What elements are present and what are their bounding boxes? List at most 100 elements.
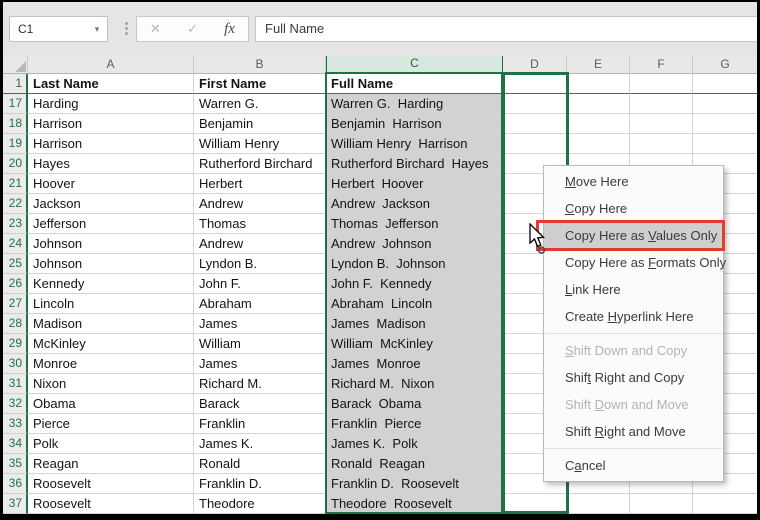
cell-c33[interactable]: Franklin Pierce <box>326 414 503 434</box>
chevron-down-icon[interactable]: ▾ <box>87 17 107 41</box>
cell-a26[interactable]: Kennedy <box>28 274 194 294</box>
select-all-corner[interactable] <box>3 56 28 74</box>
cell-a18[interactable]: Harrison <box>28 114 194 134</box>
cell-c25[interactable]: Lyndon B. Johnson <box>326 254 503 274</box>
cell-a28[interactable]: Madison <box>28 314 194 334</box>
cell-a32[interactable]: Obama <box>28 394 194 414</box>
menu-item-cancel[interactable]: Cancel <box>544 452 723 479</box>
cell-c31[interactable]: Richard M. Nixon <box>326 374 503 394</box>
cell-c35[interactable]: Ronald Reagan <box>326 454 503 474</box>
row-header-31[interactable]: 31 <box>3 374 28 394</box>
cell-c29[interactable]: William McKinley <box>326 334 503 354</box>
row-header-28[interactable]: 28 <box>3 314 28 334</box>
cell-a30[interactable]: Monroe <box>28 354 194 374</box>
cell-b32[interactable]: Barack <box>194 394 326 414</box>
cell-a23[interactable]: Jefferson <box>28 214 194 234</box>
cell-a24[interactable]: Johnson <box>28 234 194 254</box>
enter-icon[interactable]: ✓ <box>187 21 198 37</box>
cell-f37[interactable] <box>630 494 693 514</box>
row-header-36[interactable]: 36 <box>3 474 28 494</box>
cell-b25[interactable]: Lyndon B. <box>194 254 326 274</box>
cell-g37[interactable] <box>693 494 757 514</box>
cell-c37[interactable]: Theodore Roosevelt <box>326 494 503 514</box>
row-header-19[interactable]: 19 <box>3 134 28 154</box>
cell-c22[interactable]: Andrew Jackson <box>326 194 503 214</box>
cell-c1[interactable]: Full Name <box>326 74 503 94</box>
cell-b37[interactable]: Theodore <box>194 494 326 514</box>
cell-c36[interactable]: Franklin D. Roosevelt <box>326 474 503 494</box>
row-header-26[interactable]: 26 <box>3 274 28 294</box>
row-header-35[interactable]: 35 <box>3 454 28 474</box>
cell-b29[interactable]: William <box>194 334 326 354</box>
cell-a1[interactable]: Last Name <box>28 74 194 94</box>
row-header-29[interactable]: 29 <box>3 334 28 354</box>
row-header-27[interactable]: 27 <box>3 294 28 314</box>
cell-a21[interactable]: Hoover <box>28 174 194 194</box>
cell-b20[interactable]: Rutherford Birchard <box>194 154 326 174</box>
menu-item-shift-right-and-copy[interactable]: Shift Right and Copy <box>544 364 723 391</box>
insert-function-icon[interactable]: fx <box>224 21 235 38</box>
cell-b33[interactable]: Franklin <box>194 414 326 434</box>
cell-c26[interactable]: John F. Kennedy <box>326 274 503 294</box>
cancel-icon[interactable]: ✕ <box>150 21 161 37</box>
cell-a22[interactable]: Jackson <box>28 194 194 214</box>
cell-b17[interactable]: Warren G. <box>194 94 326 114</box>
cell-c20[interactable]: Rutherford Birchard Hayes <box>326 154 503 174</box>
row-header-20[interactable]: 20 <box>3 154 28 174</box>
cell-c34[interactable]: James K. Polk <box>326 434 503 454</box>
cell-c17[interactable]: Warren G. Harding <box>326 94 503 114</box>
cell-a27[interactable]: Lincoln <box>28 294 194 314</box>
cell-b27[interactable]: Abraham <box>194 294 326 314</box>
cell-a34[interactable]: Polk <box>28 434 194 454</box>
cell-e17[interactable] <box>567 94 630 114</box>
cell-a31[interactable]: Nixon <box>28 374 194 394</box>
cell-a35[interactable]: Reagan <box>28 454 194 474</box>
row-header-17[interactable]: 17 <box>3 94 28 114</box>
formula-input[interactable]: Full Name <box>255 16 757 42</box>
cell-c27[interactable]: Abraham Lincoln <box>326 294 503 314</box>
cell-f17[interactable] <box>630 94 693 114</box>
cell-a36[interactable]: Roosevelt <box>28 474 194 494</box>
cell-b28[interactable]: James <box>194 314 326 334</box>
cell-b36[interactable]: Franklin D. <box>194 474 326 494</box>
cell-a33[interactable]: Pierce <box>28 414 194 434</box>
cell-f1[interactable] <box>630 74 693 94</box>
cell-b23[interactable]: Thomas <box>194 214 326 234</box>
column-header-f[interactable]: F <box>630 56 693 74</box>
cell-c23[interactable]: Thomas Jefferson <box>326 214 503 234</box>
cell-e18[interactable] <box>567 114 630 134</box>
menu-item-shift-right-and-move[interactable]: Shift Right and Move <box>544 418 723 445</box>
cell-e1[interactable] <box>567 74 630 94</box>
cell-g18[interactable] <box>693 114 757 134</box>
cell-c28[interactable]: James Madison <box>326 314 503 334</box>
cell-e19[interactable] <box>567 134 630 154</box>
cell-b26[interactable]: John F. <box>194 274 326 294</box>
cell-b21[interactable]: Herbert <box>194 174 326 194</box>
cell-c30[interactable]: James Monroe <box>326 354 503 374</box>
cell-b31[interactable]: Richard M. <box>194 374 326 394</box>
cell-c19[interactable]: William Henry Harrison <box>326 134 503 154</box>
cell-b35[interactable]: Ronald <box>194 454 326 474</box>
menu-item-link-here[interactable]: Link Here <box>544 276 723 303</box>
row-header-34[interactable]: 34 <box>3 434 28 454</box>
cell-c18[interactable]: Benjamin Harrison <box>326 114 503 134</box>
cell-g1[interactable] <box>693 74 757 94</box>
menu-item-copy-here-as-formats-only[interactable]: Copy Here as Formats Only <box>544 249 726 276</box>
cell-b18[interactable]: Benjamin <box>194 114 326 134</box>
row-header-1[interactable]: 1 <box>3 74 28 94</box>
row-header-30[interactable]: 30 <box>3 354 28 374</box>
column-header-a[interactable]: A <box>28 56 194 74</box>
row-header-25[interactable]: 25 <box>3 254 28 274</box>
row-header-37[interactable]: 37 <box>3 494 28 514</box>
menu-item-move-here[interactable]: Move Here <box>544 168 723 195</box>
menu-item-copy-here[interactable]: Copy Here <box>544 195 723 222</box>
cell-b24[interactable]: Andrew <box>194 234 326 254</box>
name-box[interactable]: C1 ▾ <box>9 16 108 42</box>
cell-b34[interactable]: James K. <box>194 434 326 454</box>
cell-b19[interactable]: William Henry <box>194 134 326 154</box>
cell-g17[interactable] <box>693 94 757 114</box>
cell-a17[interactable]: Harding <box>28 94 194 114</box>
menu-item-create-hyperlink-here[interactable]: Create Hyperlink Here <box>544 303 723 330</box>
row-header-24[interactable]: 24 <box>3 234 28 254</box>
cell-a19[interactable]: Harrison <box>28 134 194 154</box>
